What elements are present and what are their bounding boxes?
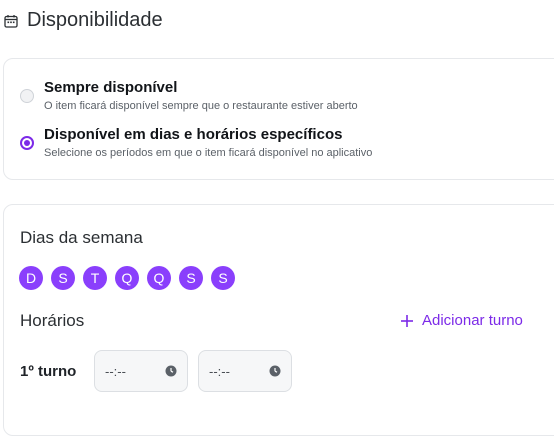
day-chip-saturday[interactable]: S <box>211 266 235 290</box>
end-time-value: --:-- <box>209 363 230 379</box>
option-title: Sempre disponível <box>44 79 178 96</box>
weekdays-title: Dias da semana <box>20 228 143 247</box>
add-shift-button[interactable]: Adicionar turno <box>400 312 523 329</box>
weekday-selector: D S T Q Q S S <box>19 266 235 290</box>
shift-end-time-input[interactable]: --:-- <box>198 350 292 392</box>
clock-icon[interactable] <box>165 365 177 377</box>
day-chip-friday[interactable]: S <box>179 266 203 290</box>
option-always-available[interactable]: Sempre disponível O item ficará disponív… <box>20 79 358 113</box>
radio-always-available[interactable] <box>20 89 34 103</box>
clock-icon[interactable] <box>269 365 281 377</box>
hours-title: Horários <box>20 311 85 330</box>
option-subtitle: O item ficará disponível sempre que o re… <box>44 100 358 112</box>
page-title: Disponibilidade <box>27 9 163 31</box>
calendar-icon <box>4 14 18 28</box>
option-subtitle: Selecione os períodos em que o item fica… <box>44 147 373 159</box>
option-text: Disponível em dias e horários específico… <box>44 126 372 160</box>
add-shift-label: Adicionar turno <box>422 312 523 329</box>
day-chip-wednesday[interactable]: Q <box>115 266 139 290</box>
day-chip-tuesday[interactable]: T <box>83 266 107 290</box>
radio-specific-schedule[interactable] <box>20 136 34 150</box>
shift-start-time-input[interactable]: --:-- <box>94 350 188 392</box>
availability-card: Sempre disponível O item ficará disponív… <box>3 58 554 180</box>
day-chip-thursday[interactable]: Q <box>147 266 171 290</box>
option-specific-schedule[interactable]: Disponível em dias e horários específico… <box>20 126 372 160</box>
schedule-card: Dias da semana D S T Q Q S S Horários Ad… <box>3 204 554 436</box>
section-header: Disponibilidade <box>4 9 163 32</box>
option-text: Sempre disponível O item ficará disponív… <box>44 79 358 113</box>
plus-icon <box>400 314 414 328</box>
day-chip-sunday[interactable]: D <box>19 266 43 290</box>
option-title: Disponível em dias e horários específico… <box>44 126 343 143</box>
day-chip-monday[interactable]: S <box>51 266 75 290</box>
shift-label: 1º turno <box>20 363 77 380</box>
start-time-value: --:-- <box>105 363 126 379</box>
